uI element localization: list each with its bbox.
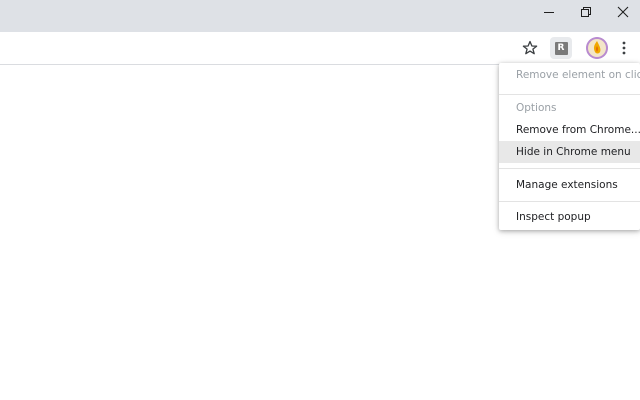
menu-item-remove-from-chrome[interactable]: Remove from Chrome... bbox=[499, 119, 640, 141]
close-icon bbox=[617, 6, 629, 18]
close-button[interactable] bbox=[604, 0, 640, 24]
restore-button[interactable] bbox=[567, 0, 605, 24]
window-titlebar bbox=[0, 0, 640, 32]
profile-avatar-button[interactable] bbox=[586, 37, 608, 59]
menu-item-hide-in-chrome-menu[interactable]: Hide in Chrome menu bbox=[499, 141, 640, 163]
avatar bbox=[586, 37, 608, 59]
star-icon bbox=[522, 40, 538, 55]
minimize-button[interactable] bbox=[530, 0, 568, 24]
menu-item-manage-extensions[interactable]: Manage extensions bbox=[499, 174, 640, 196]
chrome-menu-button[interactable] bbox=[612, 36, 636, 60]
minimize-icon bbox=[544, 12, 554, 13]
restore-icon bbox=[581, 7, 591, 17]
kebab-menu-icon bbox=[622, 41, 626, 55]
menu-item-options: Options bbox=[516, 102, 557, 114]
menu-item-remove-element: Remove element on click bbox=[516, 69, 640, 81]
extension-icon: R bbox=[554, 41, 568, 55]
menu-separator bbox=[499, 168, 640, 169]
menu-separator bbox=[499, 94, 640, 95]
extension-context-menu: Remove element on click Options Remove f… bbox=[499, 63, 640, 230]
menu-item-inspect-popup[interactable]: Inspect popup bbox=[499, 206, 640, 228]
bookmark-star-button[interactable] bbox=[518, 36, 542, 60]
extension-button[interactable]: R bbox=[550, 37, 572, 59]
browser-toolbar: R bbox=[0, 32, 640, 65]
menu-separator bbox=[499, 201, 640, 202]
